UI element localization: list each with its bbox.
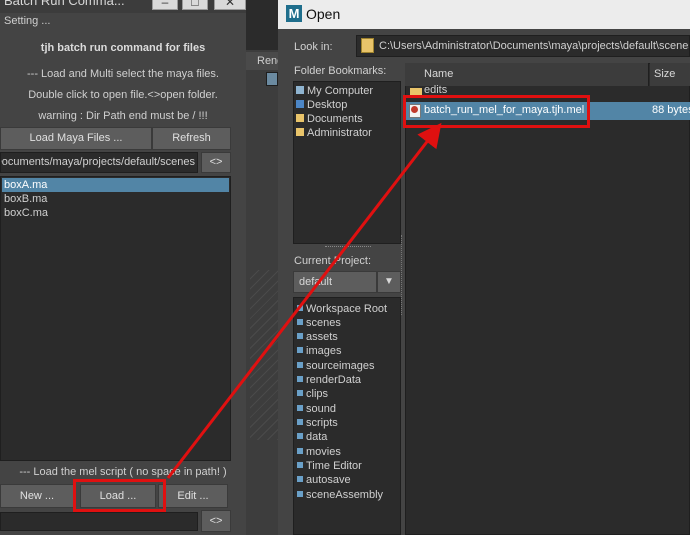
mel-script-label: --- Load the mel script ( no space in pa… [19, 466, 227, 478]
pane-splitter[interactable] [325, 246, 371, 248]
bookmarks-label: Folder Bookmarks: [294, 65, 387, 77]
folder-icon [297, 362, 303, 368]
folder-icon [297, 462, 303, 468]
refresh-button[interactable]: Refresh [152, 127, 231, 150]
workspace-item[interactable]: images [297, 344, 341, 358]
folder-icon [361, 38, 374, 53]
bookmark-documents[interactable]: Documents [296, 113, 363, 125]
help-text-line1: --- Load and Multi select the maya files… [27, 68, 219, 80]
workspace-item[interactable]: Workspace Root [297, 302, 387, 316]
folder-icon [297, 305, 303, 311]
workspace-item[interactable]: autosave [297, 473, 351, 487]
load-button-highlight [73, 479, 166, 512]
workspace-folder-list[interactable]: Workspace Root scenes assets images sour… [293, 297, 401, 535]
bookmark-desktop[interactable]: Desktop [296, 99, 347, 111]
chevron-down-icon[interactable]: ▼ [377, 271, 401, 293]
new-script-button[interactable]: New ... [0, 484, 74, 508]
list-item[interactable]: boxA.ma [2, 178, 229, 192]
folder-icon [297, 419, 303, 425]
dialog-title: Open [306, 6, 341, 22]
help-text-line2: Double click to open file.<>open folder. [28, 89, 218, 101]
warning-text: warning : Dir Path end must be / !!! [38, 110, 208, 122]
folder-icon [297, 376, 303, 382]
file-browser-list[interactable] [405, 63, 690, 535]
column-header-name[interactable]: Name [405, 63, 649, 86]
minimize-icon[interactable]: – [152, 0, 178, 10]
workspace-item[interactable]: sceneAssembly [297, 488, 383, 502]
render-icon [266, 72, 278, 86]
dir-path-field[interactable]: C:/Users/Administrator/Documents/maya/pr… [0, 152, 198, 173]
list-item[interactable]: boxC.ma [2, 206, 229, 220]
bookmarks-list[interactable]: My Computer Desktop Documents Administra… [293, 81, 401, 244]
desktop-icon [296, 100, 304, 108]
computer-icon [296, 86, 304, 94]
close-icon[interactable]: ✕ [214, 0, 246, 10]
column-header-size[interactable]: Size [650, 63, 690, 86]
folder-icon [297, 448, 303, 454]
tool-title: tjh batch run command for files [40, 42, 206, 54]
folder-icon [297, 347, 303, 353]
workspace-item[interactable]: scripts [297, 416, 338, 430]
workspace-item[interactable]: sourceimages [297, 359, 374, 373]
workspace-item[interactable]: sound [297, 402, 336, 416]
edit-script-button[interactable]: Edit ... [158, 484, 228, 508]
script-toggle-button[interactable]: <> [201, 510, 231, 532]
vertical-splitter[interactable] [401, 235, 403, 315]
workspace-item[interactable]: data [297, 430, 327, 444]
workspace-item[interactable]: movies [297, 445, 341, 459]
folder-icon [297, 405, 303, 411]
folder-icon [297, 476, 303, 482]
dir-path-value: C:/Users/Administrator/Documents/maya/pr… [1, 156, 195, 168]
file-size: 88 bytes [652, 104, 690, 116]
folder-icon [297, 319, 303, 325]
workspace-item[interactable]: renderData [297, 373, 361, 387]
load-maya-files-button[interactable]: Load Maya Files ... [0, 127, 152, 150]
folder-icon [297, 433, 303, 439]
workspace-item[interactable]: assets [297, 330, 338, 344]
user-folder-icon [296, 128, 304, 136]
list-item[interactable]: boxB.ma [2, 192, 229, 206]
maximize-icon[interactable]: □ [182, 0, 208, 10]
folder-icon [297, 333, 303, 339]
workspace-item[interactable]: scenes [297, 316, 341, 330]
window-title: Batch Run Comma... [4, 0, 125, 8]
documents-icon [296, 114, 304, 122]
open-folder-toggle-button[interactable]: <> [201, 152, 231, 173]
current-project-label: Current Project: [294, 255, 372, 267]
folder-icon [297, 491, 303, 497]
workspace-item[interactable]: Time Editor [297, 459, 362, 473]
maya-file-list[interactable]: boxA.ma boxB.ma boxC.ma [0, 176, 231, 461]
project-select[interactable]: default [293, 271, 377, 293]
bookmark-administrator[interactable]: Administrator [296, 127, 372, 139]
look-in-path-field[interactable]: C:\Users\Administrator\Documents\maya\pr… [356, 35, 690, 57]
maya-logo-icon: M [286, 5, 302, 22]
look-in-label: Look in: [294, 41, 333, 53]
settings-menu[interactable]: Setting ... [4, 15, 50, 27]
script-path-field[interactable] [0, 512, 198, 531]
file-highlight [403, 95, 590, 128]
workspace-item[interactable]: clips [297, 387, 328, 401]
viewport-grid [250, 270, 278, 440]
bookmark-my-computer[interactable]: My Computer [296, 85, 373, 97]
folder-icon [297, 390, 303, 396]
